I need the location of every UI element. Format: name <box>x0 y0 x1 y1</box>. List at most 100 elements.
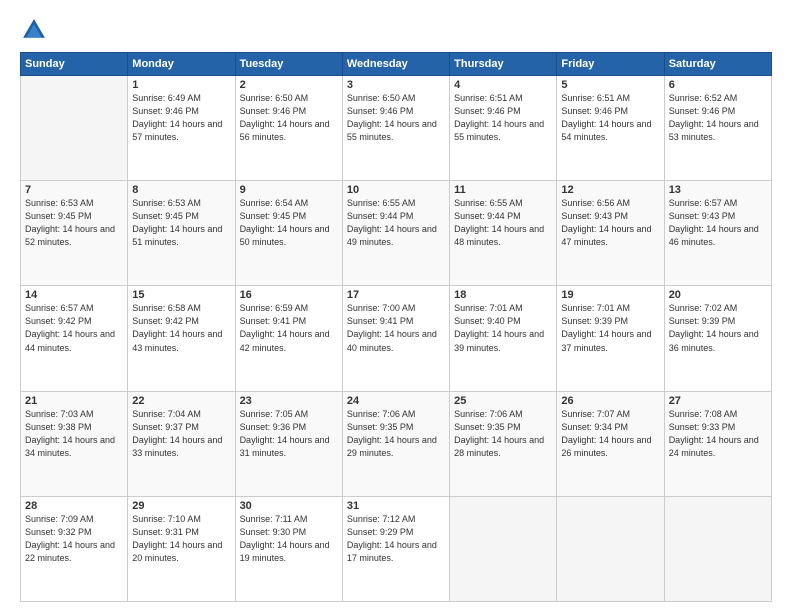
day-number: 30 <box>240 500 338 512</box>
cell-info: Sunrise: 7:03 AM Sunset: 9:38 PM Dayligh… <box>25 408 123 460</box>
calendar-cell: 17Sunrise: 7:00 AM Sunset: 9:41 PM Dayli… <box>342 286 449 391</box>
day-number: 1 <box>132 79 230 91</box>
calendar-cell: 29Sunrise: 7:10 AM Sunset: 9:31 PM Dayli… <box>128 496 235 601</box>
day-number: 4 <box>454 79 552 91</box>
calendar-cell: 2Sunrise: 6:50 AM Sunset: 9:46 PM Daylig… <box>235 76 342 181</box>
calendar-week-1: 7Sunrise: 6:53 AM Sunset: 9:45 PM Daylig… <box>21 181 772 286</box>
day-number: 28 <box>25 500 123 512</box>
cell-info: Sunrise: 7:01 AM Sunset: 9:40 PM Dayligh… <box>454 302 552 354</box>
day-header-friday: Friday <box>557 53 664 76</box>
day-number: 27 <box>669 395 767 407</box>
day-number: 3 <box>347 79 445 91</box>
day-header-thursday: Thursday <box>450 53 557 76</box>
day-number: 31 <box>347 500 445 512</box>
calendar-cell: 6Sunrise: 6:52 AM Sunset: 9:46 PM Daylig… <box>664 76 771 181</box>
calendar-week-2: 14Sunrise: 6:57 AM Sunset: 9:42 PM Dayli… <box>21 286 772 391</box>
day-number: 11 <box>454 184 552 196</box>
day-number: 19 <box>561 289 659 301</box>
day-number: 7 <box>25 184 123 196</box>
calendar-cell: 10Sunrise: 6:55 AM Sunset: 9:44 PM Dayli… <box>342 181 449 286</box>
cell-info: Sunrise: 6:55 AM Sunset: 9:44 PM Dayligh… <box>347 197 445 249</box>
day-number: 5 <box>561 79 659 91</box>
cell-info: Sunrise: 6:59 AM Sunset: 9:41 PM Dayligh… <box>240 302 338 354</box>
cell-info: Sunrise: 7:02 AM Sunset: 9:39 PM Dayligh… <box>669 302 767 354</box>
day-number: 29 <box>132 500 230 512</box>
cell-info: Sunrise: 7:08 AM Sunset: 9:33 PM Dayligh… <box>669 408 767 460</box>
calendar-cell <box>21 76 128 181</box>
day-number: 6 <box>669 79 767 91</box>
calendar-week-3: 21Sunrise: 7:03 AM Sunset: 9:38 PM Dayli… <box>21 391 772 496</box>
day-number: 22 <box>132 395 230 407</box>
calendar-cell: 4Sunrise: 6:51 AM Sunset: 9:46 PM Daylig… <box>450 76 557 181</box>
calendar-cell: 12Sunrise: 6:56 AM Sunset: 9:43 PM Dayli… <box>557 181 664 286</box>
day-header-tuesday: Tuesday <box>235 53 342 76</box>
calendar-cell: 14Sunrise: 6:57 AM Sunset: 9:42 PM Dayli… <box>21 286 128 391</box>
cell-info: Sunrise: 6:56 AM Sunset: 9:43 PM Dayligh… <box>561 197 659 249</box>
calendar-cell: 25Sunrise: 7:06 AM Sunset: 9:35 PM Dayli… <box>450 391 557 496</box>
cell-info: Sunrise: 6:50 AM Sunset: 9:46 PM Dayligh… <box>347 92 445 144</box>
day-number: 21 <box>25 395 123 407</box>
calendar-cell <box>664 496 771 601</box>
cell-info: Sunrise: 6:58 AM Sunset: 9:42 PM Dayligh… <box>132 302 230 354</box>
calendar-cell: 30Sunrise: 7:11 AM Sunset: 9:30 PM Dayli… <box>235 496 342 601</box>
calendar-cell: 23Sunrise: 7:05 AM Sunset: 9:36 PM Dayli… <box>235 391 342 496</box>
cell-info: Sunrise: 7:09 AM Sunset: 9:32 PM Dayligh… <box>25 513 123 565</box>
cell-info: Sunrise: 7:00 AM Sunset: 9:41 PM Dayligh… <box>347 302 445 354</box>
day-number: 2 <box>240 79 338 91</box>
day-number: 25 <box>454 395 552 407</box>
day-number: 24 <box>347 395 445 407</box>
cell-info: Sunrise: 6:52 AM Sunset: 9:46 PM Dayligh… <box>669 92 767 144</box>
cell-info: Sunrise: 6:53 AM Sunset: 9:45 PM Dayligh… <box>25 197 123 249</box>
calendar-cell: 24Sunrise: 7:06 AM Sunset: 9:35 PM Dayli… <box>342 391 449 496</box>
calendar-cell: 8Sunrise: 6:53 AM Sunset: 9:45 PM Daylig… <box>128 181 235 286</box>
calendar-cell: 20Sunrise: 7:02 AM Sunset: 9:39 PM Dayli… <box>664 286 771 391</box>
calendar-cell: 11Sunrise: 6:55 AM Sunset: 9:44 PM Dayli… <box>450 181 557 286</box>
cell-info: Sunrise: 6:55 AM Sunset: 9:44 PM Dayligh… <box>454 197 552 249</box>
cell-info: Sunrise: 6:53 AM Sunset: 9:45 PM Dayligh… <box>132 197 230 249</box>
calendar-cell <box>557 496 664 601</box>
calendar-cell: 21Sunrise: 7:03 AM Sunset: 9:38 PM Dayli… <box>21 391 128 496</box>
cell-info: Sunrise: 7:01 AM Sunset: 9:39 PM Dayligh… <box>561 302 659 354</box>
day-number: 16 <box>240 289 338 301</box>
day-number: 23 <box>240 395 338 407</box>
cell-info: Sunrise: 7:04 AM Sunset: 9:37 PM Dayligh… <box>132 408 230 460</box>
calendar-cell: 1Sunrise: 6:49 AM Sunset: 9:46 PM Daylig… <box>128 76 235 181</box>
cell-info: Sunrise: 6:51 AM Sunset: 9:46 PM Dayligh… <box>454 92 552 144</box>
day-number: 18 <box>454 289 552 301</box>
day-number: 17 <box>347 289 445 301</box>
calendar-cell: 26Sunrise: 7:07 AM Sunset: 9:34 PM Dayli… <box>557 391 664 496</box>
cell-info: Sunrise: 6:49 AM Sunset: 9:46 PM Dayligh… <box>132 92 230 144</box>
cell-info: Sunrise: 7:06 AM Sunset: 9:35 PM Dayligh… <box>347 408 445 460</box>
header <box>20 16 772 44</box>
calendar-table: SundayMondayTuesdayWednesdayThursdayFrid… <box>20 52 772 602</box>
logo <box>20 16 52 44</box>
day-number: 10 <box>347 184 445 196</box>
calendar-cell <box>450 496 557 601</box>
cell-info: Sunrise: 7:12 AM Sunset: 9:29 PM Dayligh… <box>347 513 445 565</box>
cell-info: Sunrise: 6:57 AM Sunset: 9:43 PM Dayligh… <box>669 197 767 249</box>
calendar-cell: 9Sunrise: 6:54 AM Sunset: 9:45 PM Daylig… <box>235 181 342 286</box>
cell-info: Sunrise: 6:51 AM Sunset: 9:46 PM Dayligh… <box>561 92 659 144</box>
cell-info: Sunrise: 6:54 AM Sunset: 9:45 PM Dayligh… <box>240 197 338 249</box>
cell-info: Sunrise: 7:11 AM Sunset: 9:30 PM Dayligh… <box>240 513 338 565</box>
day-number: 8 <box>132 184 230 196</box>
cell-info: Sunrise: 6:50 AM Sunset: 9:46 PM Dayligh… <box>240 92 338 144</box>
day-header-saturday: Saturday <box>664 53 771 76</box>
calendar-week-4: 28Sunrise: 7:09 AM Sunset: 9:32 PM Dayli… <box>21 496 772 601</box>
day-header-sunday: Sunday <box>21 53 128 76</box>
day-number: 26 <box>561 395 659 407</box>
calendar-cell: 16Sunrise: 6:59 AM Sunset: 9:41 PM Dayli… <box>235 286 342 391</box>
calendar-header-row: SundayMondayTuesdayWednesdayThursdayFrid… <box>21 53 772 76</box>
logo-icon <box>20 16 48 44</box>
calendar-cell: 3Sunrise: 6:50 AM Sunset: 9:46 PM Daylig… <box>342 76 449 181</box>
day-header-wednesday: Wednesday <box>342 53 449 76</box>
calendar-cell: 22Sunrise: 7:04 AM Sunset: 9:37 PM Dayli… <box>128 391 235 496</box>
calendar-cell: 13Sunrise: 6:57 AM Sunset: 9:43 PM Dayli… <box>664 181 771 286</box>
cell-info: Sunrise: 6:57 AM Sunset: 9:42 PM Dayligh… <box>25 302 123 354</box>
calendar-cell: 28Sunrise: 7:09 AM Sunset: 9:32 PM Dayli… <box>21 496 128 601</box>
calendar-cell: 7Sunrise: 6:53 AM Sunset: 9:45 PM Daylig… <box>21 181 128 286</box>
day-number: 12 <box>561 184 659 196</box>
cell-info: Sunrise: 7:06 AM Sunset: 9:35 PM Dayligh… <box>454 408 552 460</box>
calendar-cell: 27Sunrise: 7:08 AM Sunset: 9:33 PM Dayli… <box>664 391 771 496</box>
day-number: 14 <box>25 289 123 301</box>
